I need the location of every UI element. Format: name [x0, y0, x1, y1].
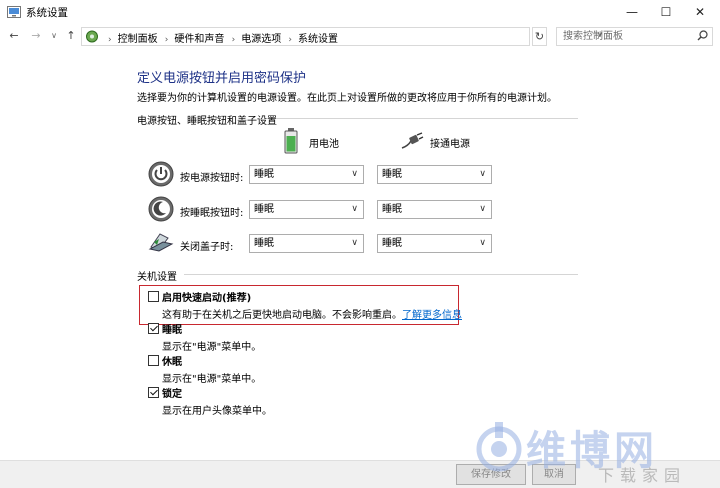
- plug-icon: [401, 132, 424, 149]
- close-lid-battery-dropdown[interactable]: 睡眠 ∨: [249, 234, 364, 253]
- fast-startup-description: 这有助于在关机之后更快地启动电脑。不会影响重启。了解更多信息: [162, 306, 462, 321]
- dropdown-value: 睡眠: [382, 204, 402, 215]
- battery-icon: [284, 128, 298, 154]
- up-button[interactable]: ↑: [63, 28, 79, 44]
- row-label-close-lid: 关闭盖子时:: [180, 242, 234, 253]
- title-bar: 系统设置 — ☐ ✕: [0, 0, 720, 24]
- search-icon[interactable]: [697, 30, 708, 41]
- search-input[interactable]: [557, 28, 693, 45]
- power-button-icon: [148, 161, 174, 187]
- forward-button[interactable]: →: [28, 28, 44, 44]
- dropdown-value: 睡眠: [254, 169, 274, 180]
- lock-description: 显示在用户头像菜单中。: [162, 406, 272, 417]
- breadcrumb-separator: ›: [288, 35, 292, 45]
- dropdown-value: 睡眠: [382, 169, 402, 180]
- navigation-bar: ← → ∨ ↑ › 控制面板 › 硬件和声音 › 电源选项 › 系统设置 ∨ ↻: [0, 24, 720, 48]
- watermark: 维博网 下载家园: [470, 418, 720, 488]
- page-title: 定义电源按钮并启用密码保护: [137, 71, 307, 86]
- sleep-description: 显示在"电源"菜单中。: [162, 342, 262, 353]
- column-header-plugged-in: 接通电源: [430, 139, 470, 150]
- breadcrumb-item-control-panel[interactable]: 控制面板: [118, 34, 158, 45]
- back-button[interactable]: ←: [6, 28, 22, 44]
- chevron-down-icon: ∨: [479, 169, 486, 179]
- row-label-sleep-button: 按睡眠按钮时:: [180, 208, 244, 219]
- breadcrumb-item-system-settings[interactable]: 系统设置: [298, 34, 338, 45]
- sleep-button-plugged-dropdown[interactable]: 睡眠 ∨: [377, 200, 492, 219]
- address-bar[interactable]: › 控制面板 › 硬件和声音 › 电源选项 › 系统设置 ∨: [81, 27, 603, 46]
- hibernate-label[interactable]: 休眠: [162, 353, 182, 368]
- chevron-down-icon: ∨: [479, 238, 486, 248]
- breadcrumb-item-power-options[interactable]: 电源选项: [241, 34, 281, 45]
- watermark-subtext: 下载家园: [598, 466, 687, 485]
- close-lid-plugged-dropdown[interactable]: 睡眠 ∨: [377, 234, 492, 253]
- sleep-checkbox[interactable]: [148, 323, 159, 334]
- laptop-lid-icon: [148, 233, 174, 252]
- hibernate-checkbox[interactable]: [148, 355, 159, 366]
- sleep-button-icon: [148, 196, 174, 222]
- row-label-power-button: 按电源按钮时:: [180, 173, 244, 184]
- fast-startup-description-text: 这有助于在关机之后更快地启动电脑。不会影响重启。: [162, 310, 402, 321]
- page-description: 选择要为你的计算机设置的电源设置。在此页上对设置所做的更改将应用于你所有的电源计…: [137, 93, 557, 104]
- chevron-down-icon: ∨: [351, 204, 358, 214]
- breadcrumb-separator: ›: [108, 35, 112, 45]
- section-divider: [184, 274, 578, 275]
- power-button-battery-dropdown[interactable]: 睡眠 ∨: [249, 165, 364, 184]
- breadcrumb-separator: ›: [231, 35, 236, 45]
- control-panel-icon: [86, 30, 98, 43]
- refresh-button[interactable]: ↻: [532, 27, 547, 46]
- dropdown-value: 睡眠: [254, 238, 274, 249]
- chevron-down-icon: ∨: [479, 204, 486, 214]
- search-box[interactable]: [556, 27, 713, 46]
- breadcrumb-separator: ›: [164, 35, 169, 45]
- column-header-battery: 用电池: [309, 139, 339, 150]
- window-title: 系统设置: [26, 7, 68, 19]
- chevron-down-icon: ∨: [351, 169, 358, 179]
- recent-locations-dropdown[interactable]: ∨: [46, 28, 62, 44]
- shutdown-section-heading: 关机设置: [137, 272, 177, 283]
- breadcrumb: › 控制面板 › 硬件和声音 › 电源选项 › 系统设置: [104, 30, 338, 45]
- fast-startup-checkbox[interactable]: [148, 291, 159, 302]
- maximize-button[interactable]: ☐: [650, 0, 682, 24]
- chevron-down-icon: ∨: [351, 238, 358, 248]
- sleep-label[interactable]: 睡眠: [162, 321, 182, 336]
- learn-more-link[interactable]: 了解更多信息: [402, 310, 462, 321]
- dropdown-value: 睡眠: [382, 238, 402, 249]
- watermark-logo-icon: [476, 422, 522, 472]
- close-button[interactable]: ✕: [684, 0, 716, 24]
- control-panel-icon: [7, 6, 21, 18]
- dropdown-value: 睡眠: [254, 204, 274, 215]
- power-section-heading: 电源按钮、睡眠按钮和盖子设置: [137, 116, 277, 127]
- hibernate-description: 显示在"电源"菜单中。: [162, 374, 262, 385]
- breadcrumb-item-hardware-sound[interactable]: 硬件和声音: [174, 34, 224, 45]
- power-button-plugged-dropdown[interactable]: 睡眠 ∨: [377, 165, 492, 184]
- section-divider: [276, 118, 578, 119]
- sleep-button-battery-dropdown[interactable]: 睡眠 ∨: [249, 200, 364, 219]
- minimize-button[interactable]: —: [616, 0, 648, 24]
- lock-checkbox[interactable]: [148, 387, 159, 398]
- fast-startup-label[interactable]: 启用快速启动(推荐): [162, 289, 251, 304]
- lock-label[interactable]: 锁定: [162, 385, 182, 400]
